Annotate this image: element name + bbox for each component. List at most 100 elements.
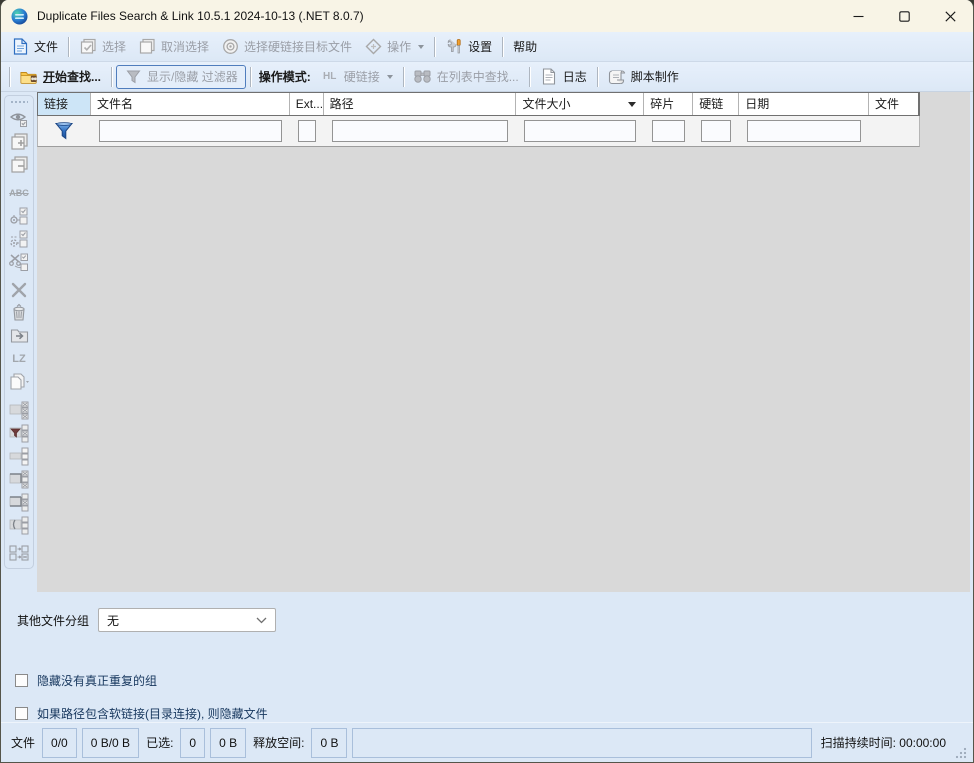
options-panel: 其他文件分组 无 隐藏没有真正重复的组 如果路径包含软链接(目录连接), 则隐藏… <box>1 592 973 722</box>
hide-groups-checkbox[interactable] <box>15 674 28 687</box>
files-count-cell: 0/0 <box>42 728 77 758</box>
abc-rename-icon[interactable]: ABC <box>7 181 31 204</box>
filter-fragments-input[interactable] <box>652 120 685 142</box>
replace-links-icon[interactable] <box>7 541 31 564</box>
link-strip-4-icon[interactable] <box>7 490 31 513</box>
filter-cell-ext <box>290 116 324 146</box>
selected-label: 已选: <box>144 734 175 751</box>
separator <box>250 67 251 87</box>
filter-cell-file <box>869 116 919 146</box>
move-to-folder-icon[interactable] <box>7 324 31 347</box>
filter-filesize-input[interactable] <box>524 120 636 142</box>
find-in-list-button[interactable]: 在列表中查找... <box>408 65 525 89</box>
hardlink-mode-icon: HL <box>321 68 339 86</box>
menu-item-select-hardlink-target[interactable]: 选择硬链接目标文件 <box>215 35 358 59</box>
hide-softlink-option: 如果路径包含软链接(目录连接), 则隐藏文件 <box>15 705 973 722</box>
window-title: Duplicate Files Search & Link 10.5.1 202… <box>37 9 364 23</box>
select-linked-icon[interactable] <box>7 204 31 227</box>
menu-item-label: 操作 <box>387 38 411 55</box>
menu-item-label: 选择 <box>102 38 126 55</box>
settings-icon <box>445 38 463 56</box>
column-header-ext[interactable]: Ext... <box>290 93 324 115</box>
link-strip-1-icon[interactable] <box>7 398 31 421</box>
chevron-down-icon <box>387 75 393 79</box>
link-strip-3-icon[interactable] <box>7 467 31 490</box>
visibility-icon[interactable] <box>7 107 31 130</box>
menu-bar: 文件 选择 取消选择 选择硬链接目标文件 操作 <box>1 32 973 62</box>
app-icon <box>11 8 28 25</box>
group-by-select[interactable]: 无 <box>98 608 276 632</box>
column-header-hardlinks[interactable]: 硬链 <box>693 93 739 115</box>
menu-item-settings[interactable]: 设置 <box>439 35 498 59</box>
column-header-path[interactable]: 路径 <box>324 93 517 115</box>
chevron-down-icon <box>256 617 267 624</box>
column-header-filesize[interactable]: 文件大小 <box>516 93 644 115</box>
toggle-filter-button[interactable]: 显示/隐藏 过滤器 <box>116 65 246 89</box>
column-header-link[interactable]: 链接 <box>38 93 91 115</box>
link-strip-2-icon[interactable] <box>7 444 31 467</box>
menu-item-file[interactable]: 文件 <box>5 35 64 59</box>
select-icon <box>79 38 97 56</box>
menu-item-label: 文件 <box>34 38 58 55</box>
menu-item-actions[interactable]: 操作 <box>358 35 430 59</box>
menu-item-deselect[interactable]: 取消选择 <box>132 35 215 59</box>
filter-filename-input[interactable] <box>99 120 282 142</box>
title-bar: Duplicate Files Search & Link 10.5.1 202… <box>1 0 973 32</box>
lz-compress-icon[interactable]: LZ <box>7 347 31 370</box>
filter-date-input[interactable] <box>747 120 861 142</box>
menu-item-select[interactable]: 选择 <box>73 35 132 59</box>
filter-path-input[interactable] <box>332 120 509 142</box>
hide-softlink-checkbox[interactable] <box>15 707 28 720</box>
mode-hardlink-dropdown[interactable]: HL 硬链接 <box>315 65 399 89</box>
separator <box>403 67 404 87</box>
copy-menu-icon[interactable] <box>7 370 31 393</box>
separator <box>434 37 435 57</box>
start-search-button[interactable]: 开始查找... <box>14 65 107 89</box>
select-linked-auto-icon[interactable] <box>7 227 31 250</box>
column-header-file[interactable]: 文件 <box>869 93 919 115</box>
start-search-label: 开始查找... <box>43 68 101 85</box>
scripting-button[interactable]: 脚本制作 <box>602 65 685 89</box>
minimize-button[interactable] <box>835 0 881 32</box>
log-button[interactable]: 日志 <box>534 65 593 89</box>
menu-item-label: 帮助 <box>513 38 537 55</box>
delete-icon[interactable] <box>7 278 31 301</box>
grid-filter-row <box>37 116 920 147</box>
group-by-label: 其他文件分组 <box>17 612 89 629</box>
chevron-down-icon <box>418 45 424 49</box>
group-by-value: 无 <box>107 612 256 629</box>
toggle-filter-label: 显示/隐藏 过滤器 <box>147 68 238 85</box>
select-hardlink-target-icon <box>221 38 239 56</box>
maximize-button[interactable] <box>881 0 927 32</box>
resize-grip[interactable] <box>955 747 967 759</box>
column-header-date[interactable]: 日期 <box>739 93 869 115</box>
separator <box>502 37 503 57</box>
filter-ext-input[interactable] <box>298 120 316 142</box>
filter-cell-fragments <box>644 116 693 146</box>
link-strip-5-icon[interactable] <box>7 513 31 536</box>
separator <box>597 67 598 87</box>
filter-cell-hardlinks <box>693 116 739 146</box>
start-search-icon <box>20 68 38 86</box>
link-strip-filter-icon[interactable] <box>7 421 31 444</box>
recycle-bin-icon[interactable] <box>7 301 31 324</box>
log-icon <box>540 68 558 86</box>
menu-item-help[interactable]: 帮助 <box>507 35 543 58</box>
collapse-group-icon[interactable] <box>7 153 31 176</box>
group-by-row: 其他文件分组 无 <box>17 608 973 632</box>
filter-funnel-icon[interactable] <box>54 121 74 141</box>
cut-link-icon[interactable] <box>7 250 31 273</box>
filter-icon <box>124 68 142 86</box>
sort-dropdown-icon[interactable] <box>628 102 636 107</box>
selected-count-cell: 0 <box>180 728 205 758</box>
close-button[interactable] <box>927 0 973 32</box>
actions-icon <box>364 38 382 56</box>
toolbar-grip[interactable] <box>10 100 28 104</box>
column-header-filename[interactable]: 文件名 <box>91 93 290 115</box>
expand-group-icon[interactable] <box>7 130 31 153</box>
menu-item-label: 选择硬链接目标文件 <box>244 38 352 55</box>
filter-hardlinks-input[interactable] <box>701 120 731 142</box>
column-header-fragments[interactable]: 碎片 <box>644 93 693 115</box>
binoculars-icon <box>414 68 432 86</box>
log-label: 日志 <box>563 68 587 85</box>
